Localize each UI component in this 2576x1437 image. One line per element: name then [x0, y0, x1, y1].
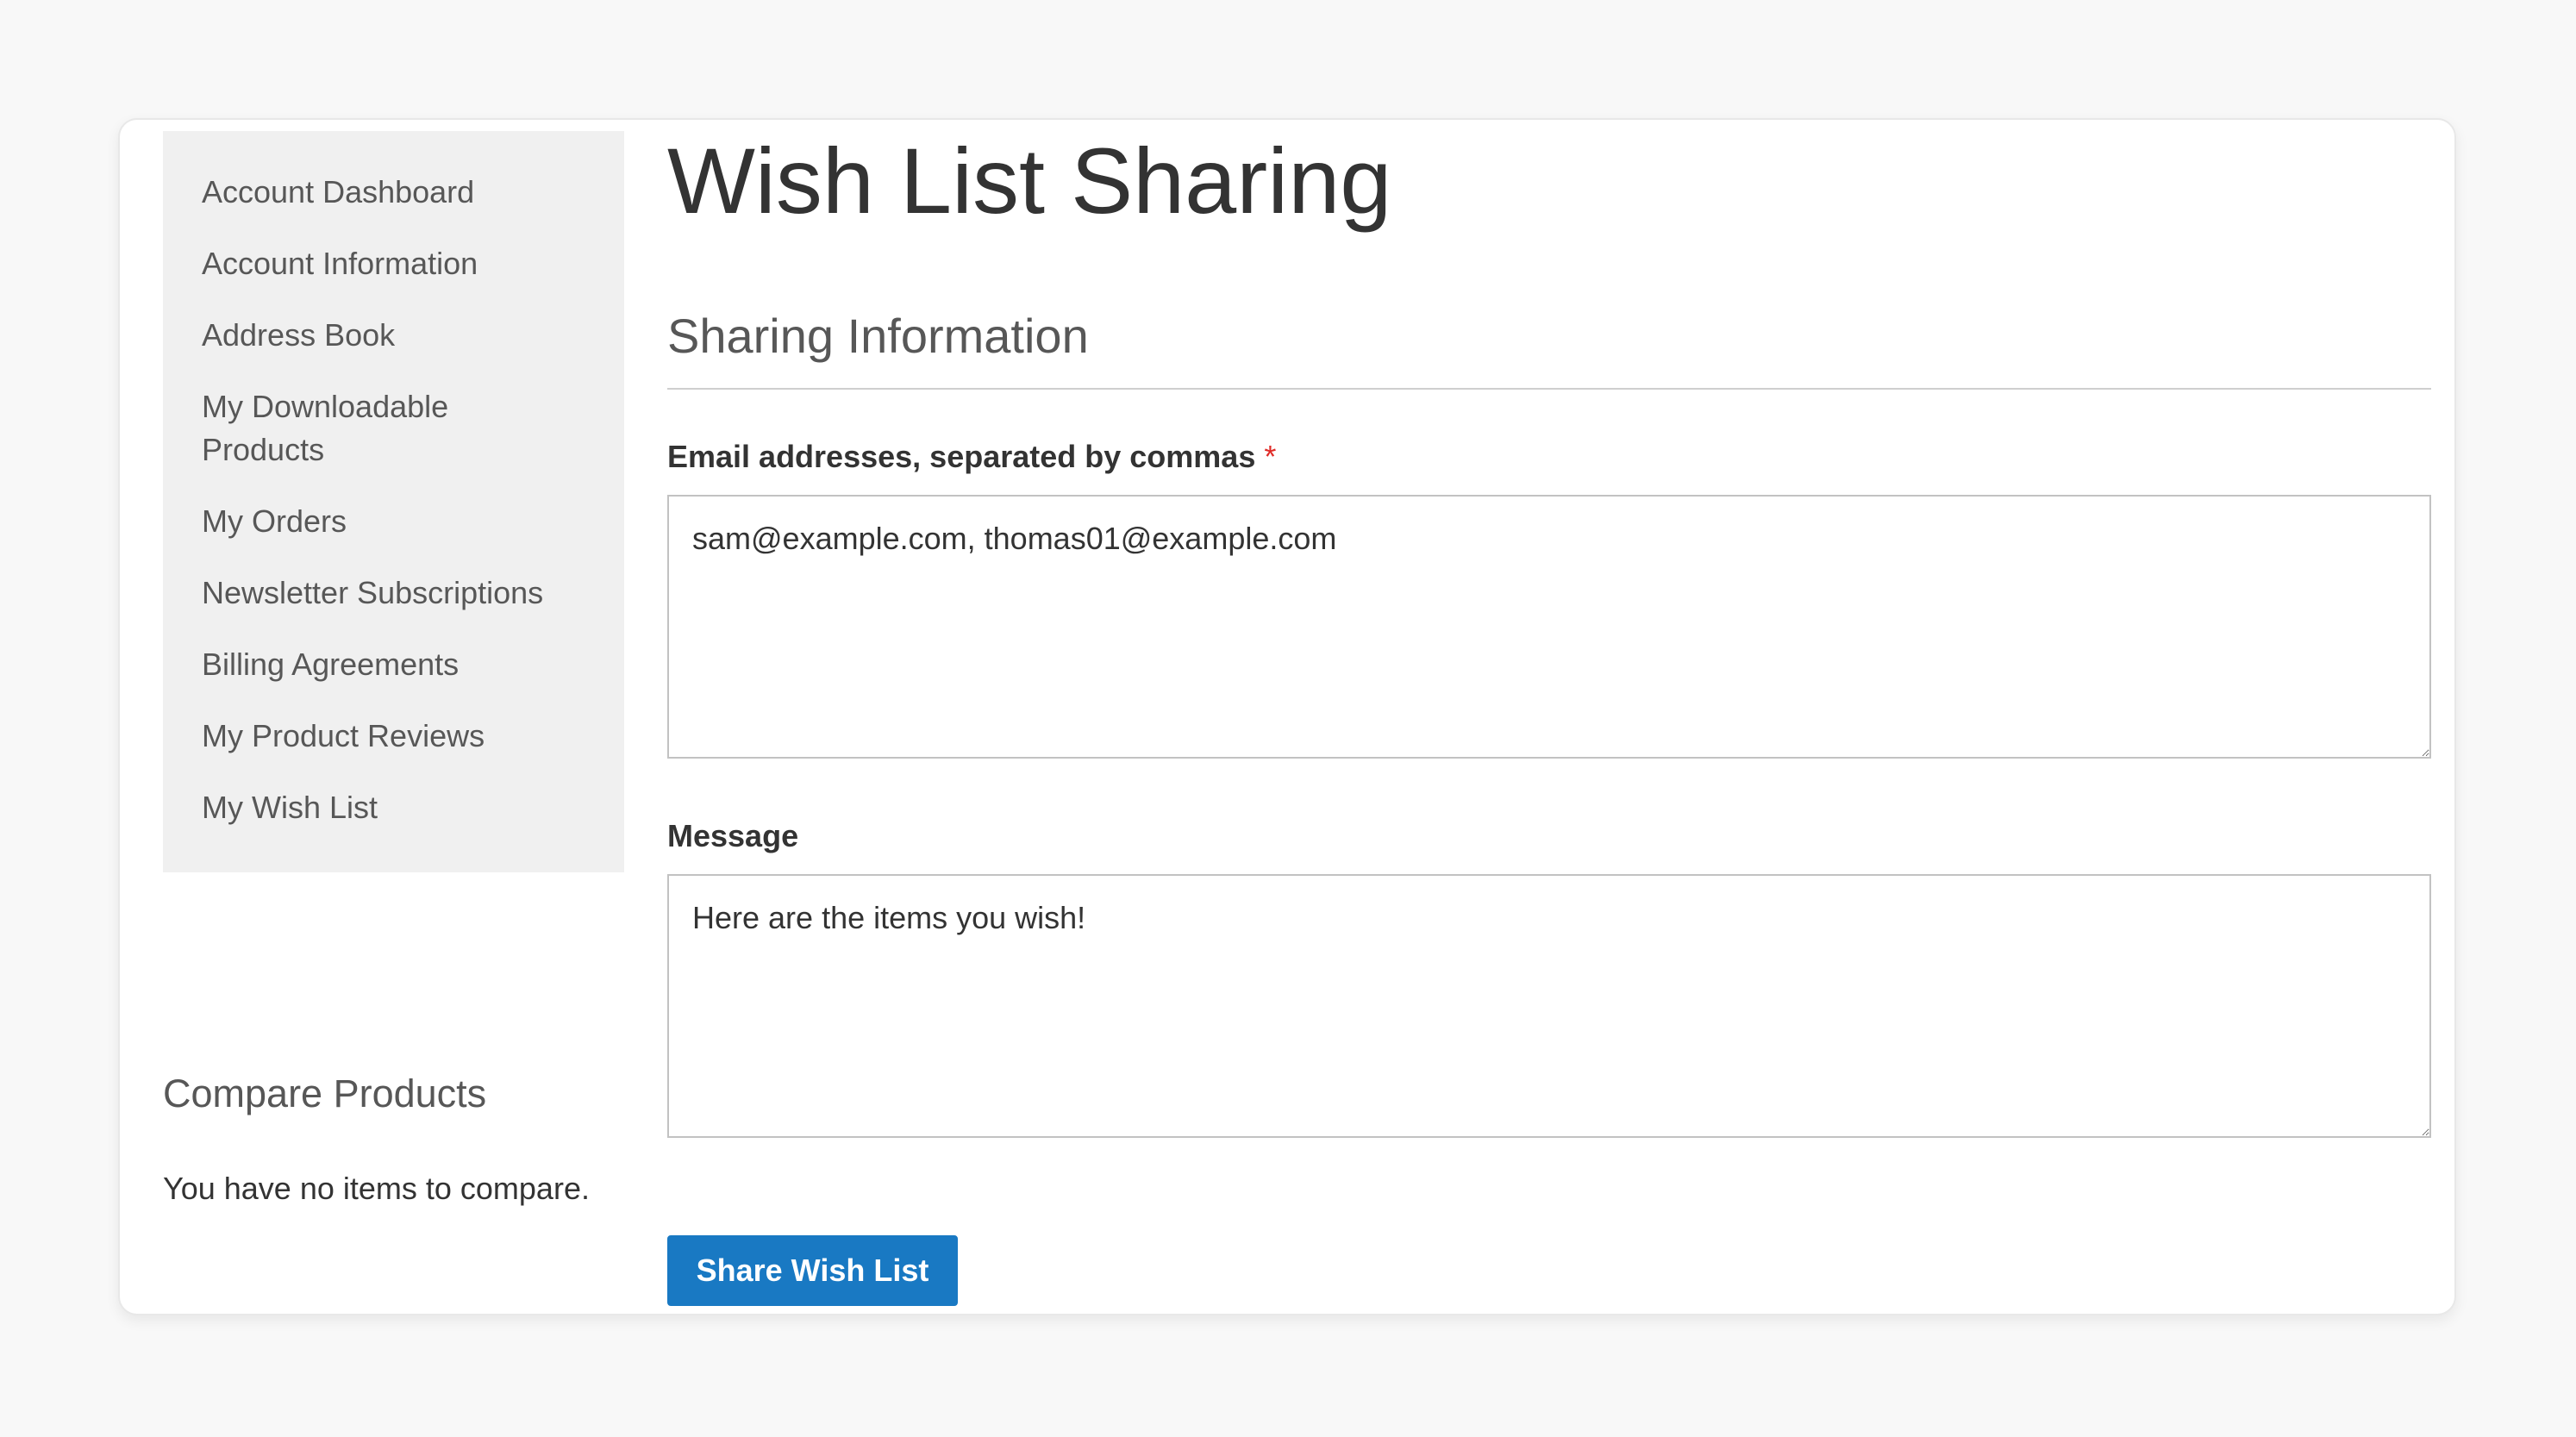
sidebar-item-my-downloadable-products[interactable]: My Downloadable Products — [202, 385, 495, 472]
compare-products-title: Compare Products — [163, 1072, 487, 1115]
email-addresses-field[interactable]: sam@example.com, thomas01@example.com — [667, 495, 2431, 759]
sidebar-item-my-wish-list[interactable]: My Wish List — [202, 786, 598, 829]
share-wish-list-button[interactable]: Share Wish List — [667, 1235, 958, 1306]
section-title: Sharing Information — [667, 309, 1089, 363]
sidebar-item-account-dashboard[interactable]: Account Dashboard — [202, 171, 598, 214]
sidebar-item-billing-agreements[interactable]: Billing Agreements — [202, 643, 598, 686]
account-page-card: Account Dashboard Account Information Ad… — [118, 118, 2456, 1315]
sidebar-item-account-information[interactable]: Account Information — [202, 242, 598, 285]
sidebar-item-my-product-reviews[interactable]: My Product Reviews — [202, 715, 598, 758]
sidebar-item-newsletter-subscriptions[interactable]: Newsletter Subscriptions — [202, 572, 598, 615]
message-field[interactable]: Here are the items you wish! — [667, 874, 2431, 1138]
section-divider — [667, 388, 2431, 390]
compare-empty-message: You have no items to compare. — [163, 1171, 590, 1206]
required-asterisk: * — [1264, 439, 1277, 474]
account-sidebar-nav: Account Dashboard Account Information Ad… — [163, 131, 624, 872]
message-label: Message — [667, 818, 799, 853]
email-addresses-label-text: Email addresses, separated by commas — [667, 439, 1256, 474]
email-addresses-label: Email addresses, separated by commas * — [667, 435, 1276, 478]
page-title: Wish List Sharing — [667, 128, 1392, 233]
sidebar-item-address-book[interactable]: Address Book — [202, 314, 598, 357]
sidebar-item-my-orders[interactable]: My Orders — [202, 500, 598, 543]
